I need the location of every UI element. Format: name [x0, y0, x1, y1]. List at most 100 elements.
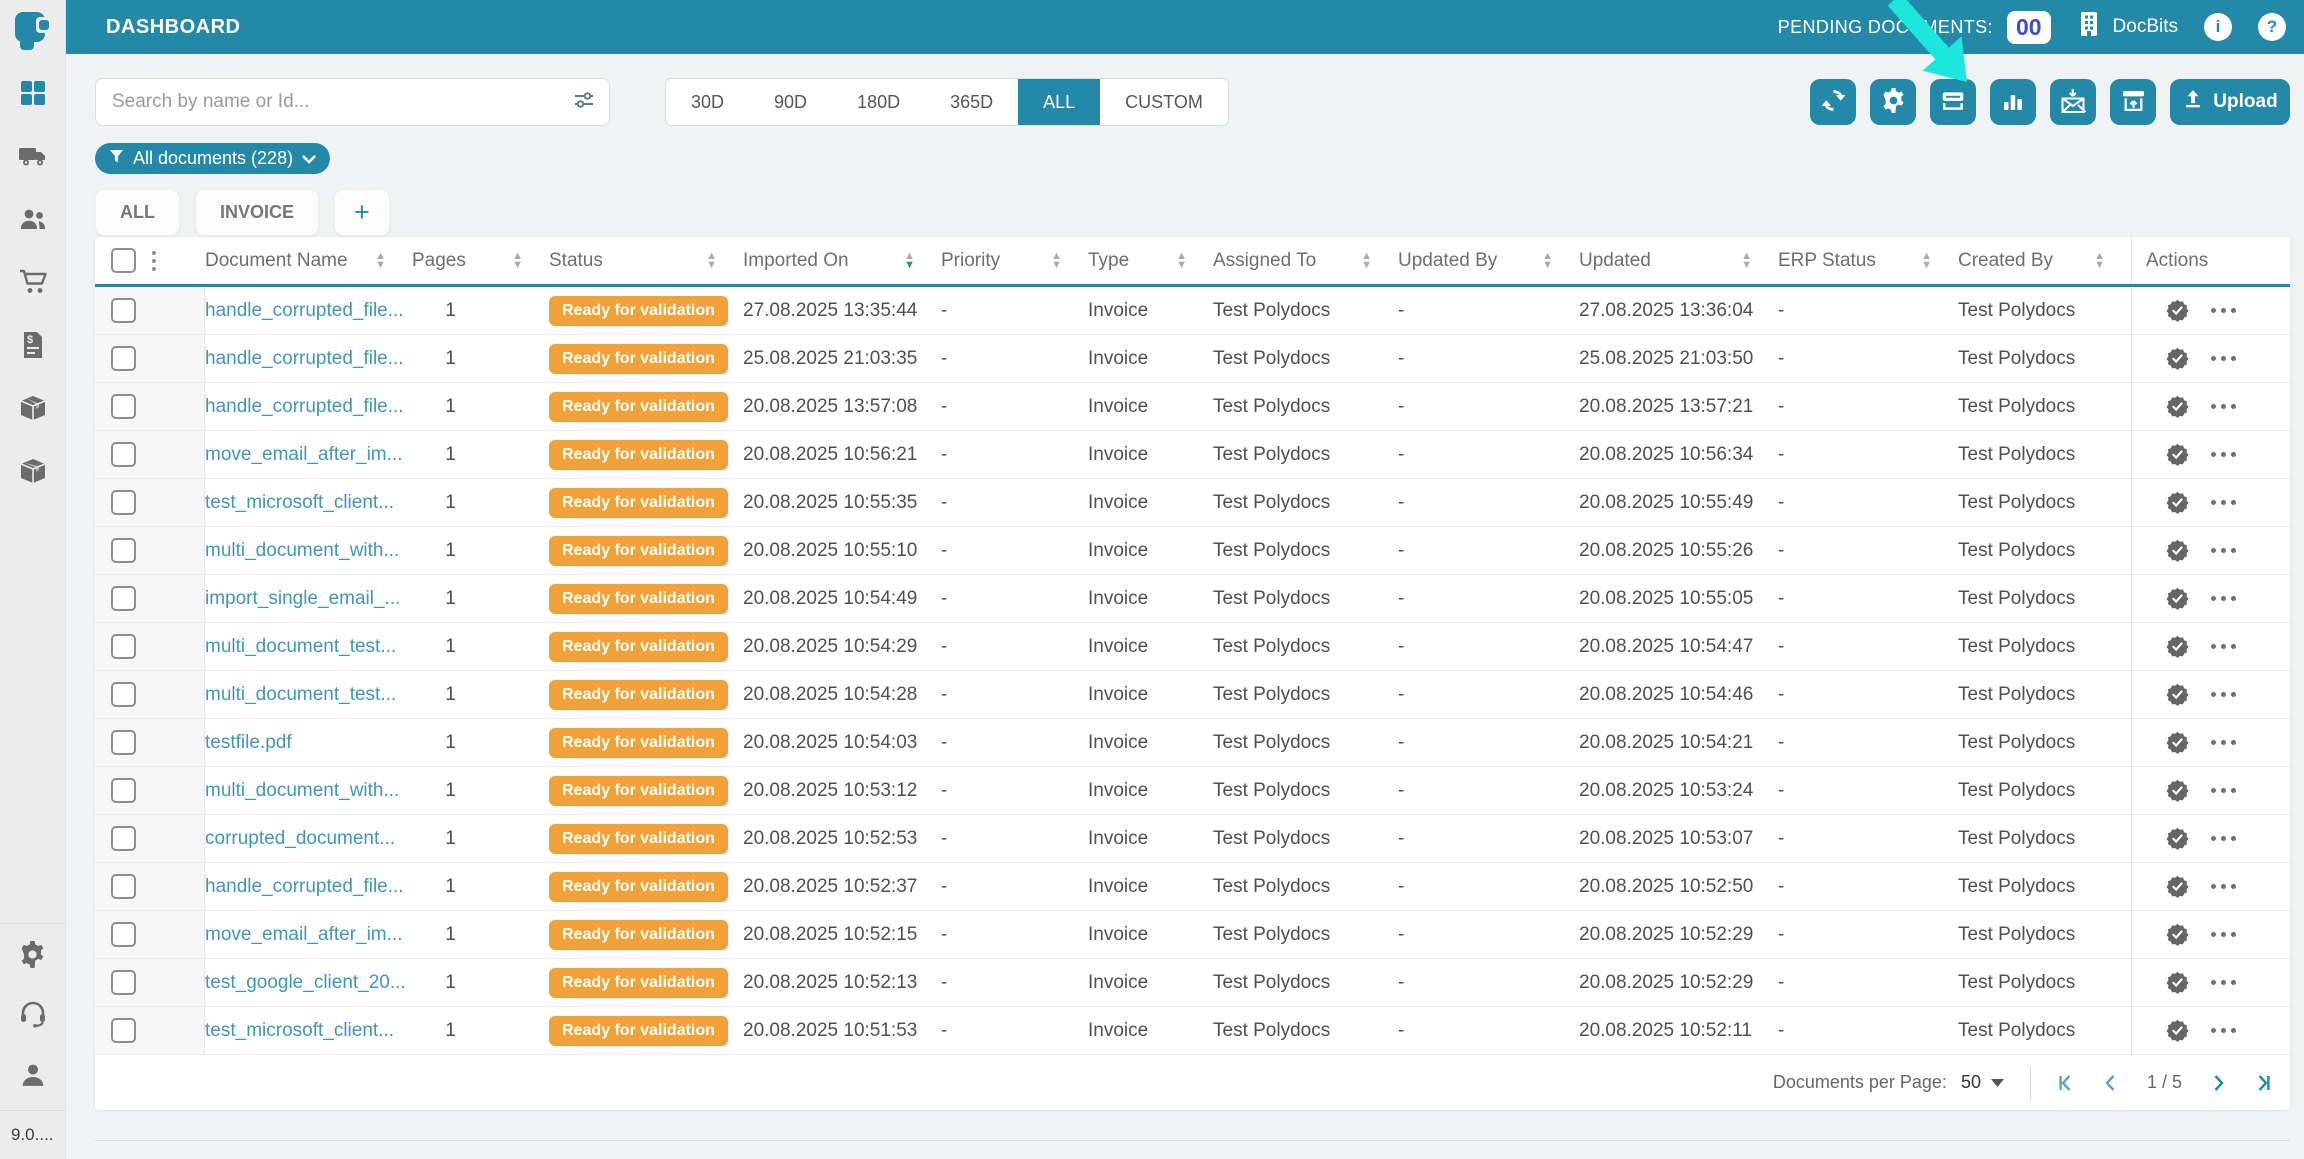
verified-badge-icon[interactable]	[2166, 875, 2189, 898]
sidebar-item-packages-alt[interactable]	[18, 458, 48, 488]
verified-badge-icon[interactable]	[2166, 395, 2189, 418]
document-name-link[interactable]: move_email_after_im...	[205, 924, 402, 945]
more-menu-icon[interactable]	[2211, 548, 2236, 553]
verified-badge-icon[interactable]	[2166, 539, 2189, 562]
scanner-button[interactable]	[1930, 79, 1976, 125]
row-checkbox[interactable]	[111, 394, 136, 419]
date-range-30d[interactable]: 30D	[666, 79, 749, 125]
date-range-90d[interactable]: 90D	[749, 79, 832, 125]
more-menu-icon[interactable]	[2211, 740, 2236, 745]
row-checkbox[interactable]	[111, 1018, 136, 1043]
sidebar-item-purchase-cart[interactable]	[18, 269, 48, 299]
more-menu-icon[interactable]	[2211, 836, 2236, 841]
verified-badge-icon[interactable]	[2166, 587, 2189, 610]
column-header-updated[interactable]: Updated ▲ ▼	[1579, 237, 1778, 284]
verified-badge-icon[interactable]	[2166, 731, 2189, 754]
row-checkbox[interactable]	[111, 922, 136, 947]
documents-filter-chip[interactable]: All documents (228)	[95, 143, 331, 174]
document-name-link[interactable]: multi_document_with...	[205, 780, 399, 801]
row-checkbox[interactable]	[111, 682, 136, 707]
sidebar-item-support[interactable]	[18, 1001, 48, 1032]
more-menu-icon[interactable]	[2211, 596, 2236, 601]
next-page-icon[interactable]	[2210, 1073, 2228, 1093]
last-page-icon[interactable]	[2252, 1073, 2272, 1093]
more-menu-icon[interactable]	[2211, 644, 2236, 649]
refresh-button[interactable]	[1810, 79, 1856, 125]
row-checkbox[interactable]	[111, 298, 136, 323]
more-menu-icon[interactable]	[2211, 356, 2236, 361]
first-page-icon[interactable]	[2057, 1073, 2077, 1093]
verified-badge-icon[interactable]	[2166, 971, 2189, 994]
date-range-custom[interactable]: CUSTOM	[1100, 79, 1228, 125]
export-button[interactable]	[2110, 79, 2156, 125]
verified-badge-icon[interactable]	[2166, 923, 2189, 946]
sort-arrows-icon[interactable]: ▲ ▼	[375, 250, 386, 270]
column-header-pages[interactable]: Pages ▲ ▼	[412, 237, 549, 284]
org-switcher[interactable]: DocBits	[2077, 11, 2178, 43]
tab-all[interactable]: ALL	[95, 189, 180, 236]
more-menu-icon[interactable]	[2211, 500, 2236, 505]
sort-arrows-icon[interactable]: ▲ ▼	[1051, 250, 1062, 270]
sort-arrows-icon[interactable]: ▲ ▼	[904, 250, 915, 270]
sort-arrows-icon[interactable]: ▲ ▼	[1176, 250, 1187, 270]
column-menu-icon[interactable]	[152, 250, 156, 271]
upload-button[interactable]: Upload	[2170, 79, 2290, 125]
row-checkbox[interactable]	[111, 874, 136, 899]
row-checkbox[interactable]	[111, 634, 136, 659]
row-checkbox[interactable]	[111, 778, 136, 803]
more-menu-icon[interactable]	[2211, 692, 2236, 697]
verified-badge-icon[interactable]	[2166, 347, 2189, 370]
column-header-priority[interactable]: Priority ▲ ▼	[941, 237, 1088, 284]
mail-import-button[interactable]	[2050, 79, 2096, 125]
settings-button[interactable]	[1870, 79, 1916, 125]
docbits-logo-icon[interactable]	[13, 10, 53, 50]
row-checkbox[interactable]	[111, 586, 136, 611]
sidebar-item-packages[interactable]	[18, 395, 48, 425]
date-range-all[interactable]: ALL	[1018, 79, 1101, 125]
sort-arrows-icon[interactable]: ▲ ▼	[1542, 250, 1553, 270]
search-input[interactable]	[112, 91, 573, 113]
sidebar-item-shipments[interactable]	[18, 143, 48, 173]
verified-badge-icon[interactable]	[2166, 779, 2189, 802]
column-header-erp[interactable]: ERP Status ▲ ▼	[1778, 237, 1958, 284]
sort-arrows-icon[interactable]: ▲ ▼	[706, 250, 717, 270]
verified-badge-icon[interactable]	[2166, 635, 2189, 658]
row-checkbox[interactable]	[111, 538, 136, 563]
column-header-created_by[interactable]: Created By ▲ ▼	[1958, 237, 2131, 284]
tune-filter-icon[interactable]	[573, 89, 595, 116]
more-menu-icon[interactable]	[2211, 884, 2236, 889]
more-menu-icon[interactable]	[2211, 1028, 2236, 1033]
verified-badge-icon[interactable]	[2166, 1019, 2189, 1042]
sidebar-item-account[interactable]	[18, 1062, 48, 1092]
more-menu-icon[interactable]	[2211, 308, 2236, 313]
verified-badge-icon[interactable]	[2166, 683, 2189, 706]
sort-arrows-icon[interactable]: ▲ ▼	[2094, 250, 2105, 270]
row-checkbox[interactable]	[111, 442, 136, 467]
sort-arrows-icon[interactable]: ▲ ▼	[1361, 250, 1372, 270]
more-menu-icon[interactable]	[2211, 404, 2236, 409]
document-name-link[interactable]: testfile.pdf	[205, 732, 292, 753]
document-name-link[interactable]: handle_corrupted_file...	[205, 396, 404, 417]
row-checkbox[interactable]	[111, 826, 136, 851]
document-name-link[interactable]: multi_document_test...	[205, 636, 396, 657]
document-name-link[interactable]: multi_document_with...	[205, 540, 399, 561]
add-tab-button[interactable]: +	[334, 189, 390, 236]
more-menu-icon[interactable]	[2211, 932, 2236, 937]
more-menu-icon[interactable]	[2211, 980, 2236, 985]
date-range-180d[interactable]: 180D	[832, 79, 925, 125]
info-icon[interactable]: i	[2204, 13, 2232, 41]
document-name-link[interactable]: handle_corrupted_file...	[205, 348, 404, 369]
row-checkbox[interactable]	[111, 730, 136, 755]
document-name-link[interactable]: handle_corrupted_file...	[205, 300, 404, 321]
row-checkbox[interactable]	[111, 490, 136, 515]
column-header-name[interactable]: Document Name ▲ ▼	[205, 237, 412, 284]
column-header-imported[interactable]: Imported On ▲ ▼	[743, 237, 941, 284]
verified-badge-icon[interactable]	[2166, 443, 2189, 466]
date-range-365d[interactable]: 365D	[925, 79, 1018, 125]
document-name-link[interactable]: corrupted_document...	[205, 828, 395, 849]
row-checkbox[interactable]	[111, 970, 136, 995]
sidebar-item-dashboard[interactable]	[18, 80, 48, 110]
document-name-link[interactable]: move_email_after_im...	[205, 444, 402, 465]
sidebar-item-invoices[interactable]: $	[18, 331, 48, 362]
verified-badge-icon[interactable]	[2166, 299, 2189, 322]
